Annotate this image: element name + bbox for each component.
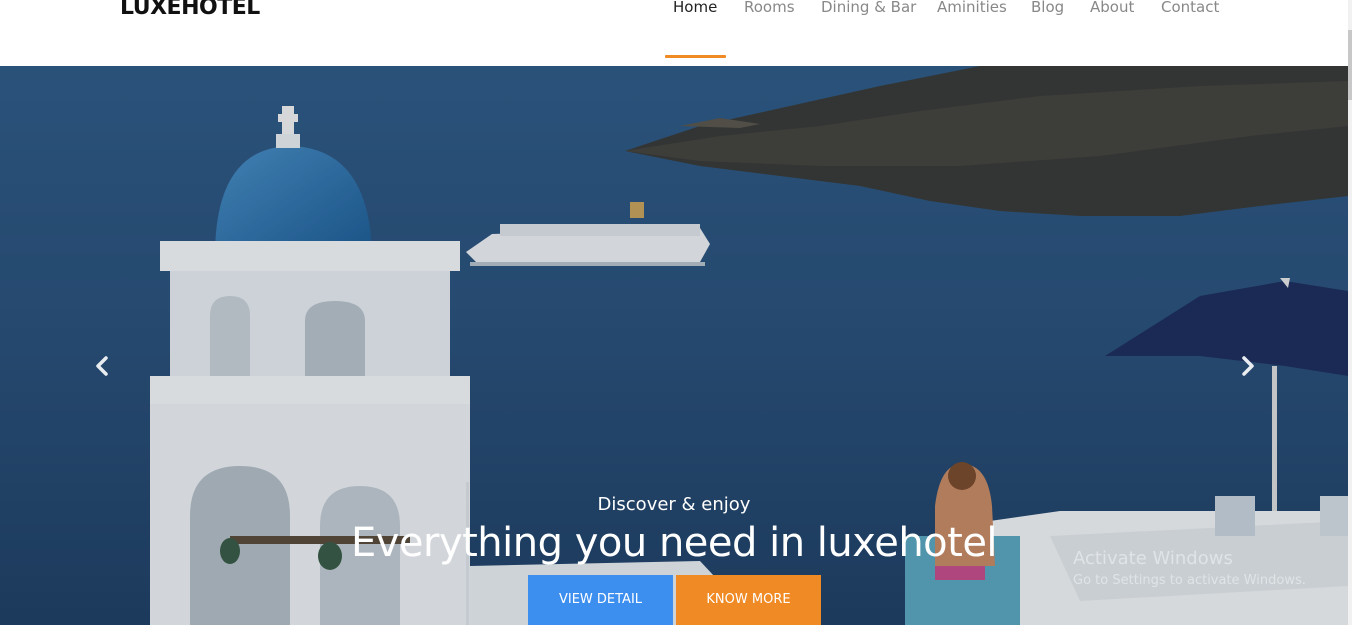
- page-scrollbar[interactable]: [1348, 0, 1352, 625]
- site-logo[interactable]: LUXEHOTEL: [120, 0, 260, 22]
- watermark-title: Activate Windows: [1073, 548, 1233, 569]
- nav-active-indicator: [665, 55, 726, 58]
- hero-slider: Discover & enjoy Everything you need in …: [0, 66, 1348, 625]
- chevron-right-icon: [1242, 356, 1254, 376]
- carousel-prev-button[interactable]: [90, 352, 114, 380]
- scrollbar-thumb[interactable]: [1348, 30, 1352, 100]
- watermark-subtitle: Go to Settings to activate Windows.: [1073, 573, 1306, 588]
- hero-subtitle: Discover & enjoy: [597, 494, 751, 515]
- carousel-next-button[interactable]: [1236, 352, 1260, 380]
- chevron-left-icon: [96, 356, 108, 376]
- nav-item-rooms[interactable]: Rooms: [744, 0, 795, 18]
- nav-item-contact[interactable]: Contact: [1161, 0, 1219, 18]
- nav-item-dining-bar[interactable]: Dining & Bar: [821, 0, 916, 18]
- nav-item-about[interactable]: About: [1090, 0, 1134, 18]
- nav-item-home[interactable]: Home: [673, 0, 717, 18]
- view-detail-button[interactable]: VIEW DETAIL: [528, 575, 673, 625]
- nav-item-aminities[interactable]: Aminities: [937, 0, 1007, 18]
- site-header: LUXEHOTEL Home Rooms Dining & Bar Aminit…: [0, 0, 1352, 66]
- know-more-button[interactable]: KNOW MORE: [676, 575, 821, 625]
- nav-item-blog[interactable]: Blog: [1031, 0, 1064, 18]
- windows-activation-watermark: Activate Windows Go to Settings to activ…: [1073, 548, 1306, 590]
